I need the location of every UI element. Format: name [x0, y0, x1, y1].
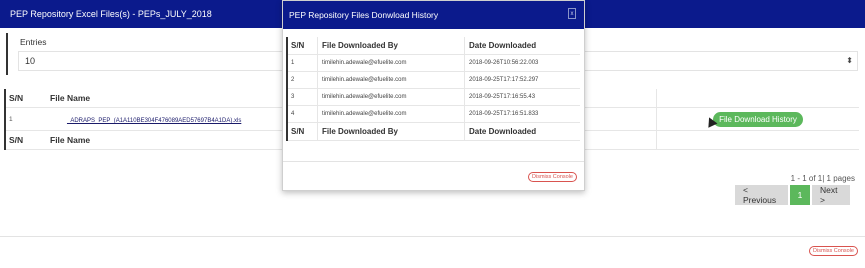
footer-divider	[0, 236, 865, 237]
page: PEP Repository Excel Files(s) - PEPs_JUL…	[0, 0, 865, 268]
file-link[interactable]: _ADRAPS_PEP_(A1A110BE304F476089AED57697B…	[50, 118, 241, 124]
history-sn: 2	[291, 77, 295, 83]
pagination-info: 1 - 1 of 1| 1 pages	[790, 174, 855, 183]
next-page-button[interactable]: Next >	[812, 185, 850, 205]
modal-dismiss-console-button[interactable]: Dismiss Console	[528, 172, 577, 182]
history-header-row: S/N File Downloaded By Date Downloaded	[288, 37, 580, 55]
modal-divider	[283, 161, 584, 162]
history-date: 2018-09-25T17:17:52.297	[464, 72, 580, 88]
history-table: S/N File Downloaded By Date Downloaded 1…	[286, 37, 580, 141]
previous-page-button[interactable]: < Previous	[735, 185, 788, 205]
history-by: timilehin.adewale@efuelite.com	[317, 89, 464, 105]
table-row: 1 timilehin.adewale@efuelite.com 2018-09…	[288, 55, 580, 72]
header-sn: S/N	[9, 93, 24, 103]
download-history-modal: PEP Repository Files Donwload History x …	[282, 0, 585, 191]
dismiss-console-button[interactable]: Dismiss Console	[809, 246, 858, 256]
page-1-button[interactable]: 1	[790, 185, 810, 205]
table-row: 4 timilehin.adewale@efuelite.com 2018-09…	[288, 106, 580, 123]
history-by: timilehin.adewale@efuelite.com	[317, 55, 464, 71]
history-footer-by: File Downloaded By	[317, 123, 464, 140]
history-date: 2018-09-25T17:16:51.833	[464, 106, 580, 122]
history-sn: 3	[291, 94, 295, 100]
history-sn: 1	[291, 60, 295, 66]
file-download-history-button[interactable]: File Download History	[713, 111, 803, 127]
history-footer-sn: S/N	[291, 127, 305, 136]
history-footer-date: Date Downloaded	[464, 123, 580, 140]
row-sn: 1	[9, 115, 13, 123]
entries-label: Entries	[20, 37, 47, 47]
footer-sn: S/N	[9, 135, 24, 145]
history-date: 2018-09-25T17:16:55.43	[464, 89, 580, 105]
pagination: < Previous 1 Next >	[733, 185, 850, 205]
close-icon[interactable]: x	[568, 8, 576, 19]
header-action	[656, 89, 859, 107]
history-header-date: Date Downloaded	[464, 37, 580, 54]
history-date: 2018-09-26T10:56:22.003	[464, 55, 580, 71]
history-footer-row: S/N File Downloaded By Date Downloaded	[288, 123, 580, 141]
modal-header: PEP Repository Files Donwload History x	[283, 1, 584, 29]
history-header-sn: S/N	[291, 41, 305, 50]
history-sn: 4	[291, 111, 295, 117]
history-by: timilehin.adewale@efuelite.com	[317, 106, 464, 122]
footer-action	[656, 131, 859, 149]
history-header-by: File Downloaded By	[317, 37, 464, 54]
history-by: timilehin.adewale@efuelite.com	[317, 72, 464, 88]
modal-title: PEP Repository Files Donwload History	[289, 10, 439, 20]
entries-value: 10	[25, 56, 36, 66]
chevron-updown-icon: ⬍	[846, 56, 853, 65]
table-row: 3 timilehin.adewale@efuelite.com 2018-09…	[288, 89, 580, 106]
table-row: 2 timilehin.adewale@efuelite.com 2018-09…	[288, 72, 580, 89]
main-panel-title: PEP Repository Excel Files(s) - PEPs_JUL…	[10, 9, 212, 19]
